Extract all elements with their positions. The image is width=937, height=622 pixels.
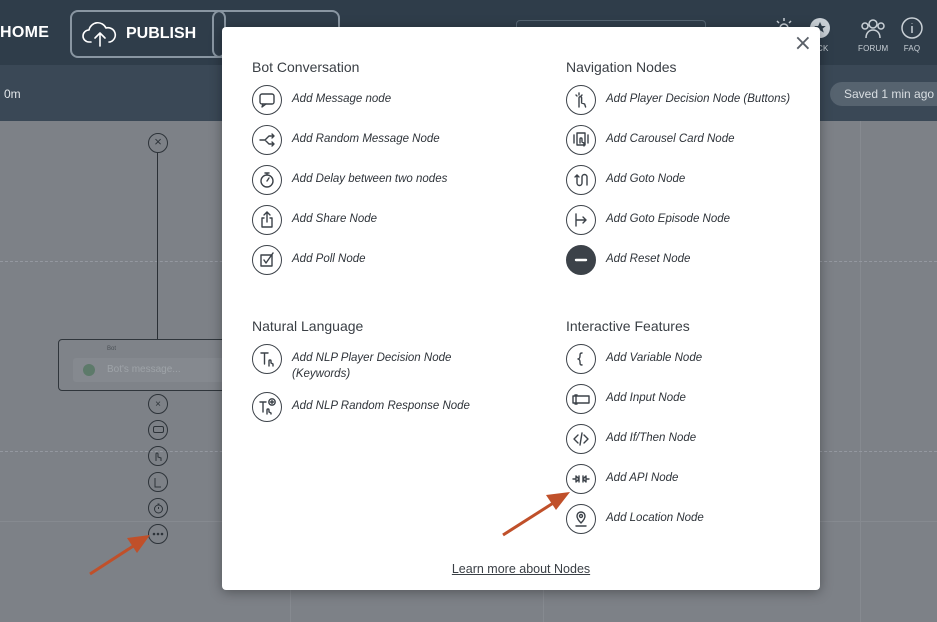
item-label: Add Poll Node: [292, 253, 366, 265]
add-goto-node[interactable]: Add Goto Node: [566, 165, 806, 211]
add-poll-node[interactable]: Add Poll Node: [252, 245, 452, 291]
publish-button[interactable]: PUBLISH: [70, 10, 226, 58]
item-label: Add Reset Node: [606, 253, 691, 265]
share-icon: [252, 205, 282, 235]
add-nlp-random-response-node[interactable]: Add NLP Random Response Node: [252, 392, 472, 438]
more-options-icon[interactable]: [148, 524, 168, 544]
add-share-node[interactable]: Add Share Node: [252, 205, 452, 251]
add-location-node[interactable]: Add Location Node: [566, 504, 766, 550]
publish-label: PUBLISH: [126, 25, 197, 42]
bot-message-input[interactable]: Bot's message...: [73, 358, 233, 382]
delete-node-icon[interactable]: ×: [148, 133, 168, 153]
add-message-node[interactable]: Add Message node: [252, 85, 452, 131]
section-bot-conversation: Bot Conversation Add Message node Add Ra…: [252, 59, 452, 291]
nlp-random-icon: [252, 392, 282, 422]
add-random-message-node[interactable]: Add Random Message Node: [252, 125, 452, 171]
message-icon: [252, 85, 282, 115]
item-label: Add Carousel Card Node: [606, 133, 735, 145]
forum-icon: [861, 19, 885, 39]
remove-tool-icon[interactable]: ×: [148, 394, 168, 414]
faq-label: FAQ: [903, 44, 921, 53]
add-if-then-node[interactable]: Add If/Then Node: [566, 424, 766, 470]
random-icon: [252, 125, 282, 155]
add-player-decision-node[interactable]: Add Player Decision Node (Buttons): [566, 85, 806, 131]
location-icon: [566, 504, 596, 534]
nlp-decision-icon: [252, 344, 282, 374]
add-api-node[interactable]: Add API Node: [566, 464, 766, 510]
node-connector: [157, 151, 158, 341]
faq-button[interactable]: FAQ: [900, 16, 924, 53]
item-label: Add Share Node: [292, 213, 378, 225]
item-label: Add API Node: [606, 472, 679, 484]
add-input-node[interactable]: Add Input Node: [566, 384, 766, 430]
reset-icon: [566, 245, 596, 275]
add-reset-node[interactable]: Add Reset Node: [566, 245, 806, 291]
saved-status: Saved 1 min ago: [830, 82, 937, 106]
item-label: Add Variable Node: [606, 352, 703, 364]
item-label: Add Player Decision Node (Buttons): [606, 93, 791, 105]
tap-icon: [566, 85, 596, 115]
add-node-modal: × Bot Conversation Add Message node Add …: [222, 27, 820, 590]
item-label: Add Goto Episode Node: [606, 213, 731, 225]
item-label: Add Goto Node: [606, 173, 686, 185]
sub-bar-text: 0m: [4, 87, 21, 101]
section-natural-language: Natural Language Add NLP Player Decision…: [252, 318, 472, 438]
goto-tool-icon[interactable]: [148, 472, 168, 492]
variable-icon: [566, 344, 596, 374]
code-icon: [566, 424, 596, 454]
item-label: Add NLP Player Decision Node (Keywords): [292, 352, 452, 380]
section-title: Bot Conversation: [252, 59, 360, 75]
poll-icon: [252, 245, 282, 275]
goto-icon: [566, 165, 596, 195]
forum-label: FORUM: [858, 44, 889, 53]
item-label: Add Random Message Node: [292, 133, 440, 145]
bot-message-card[interactable]: Bot Bot's message...: [58, 339, 238, 391]
item-label: Add Input Node: [606, 392, 686, 404]
section-title: Navigation Nodes: [566, 59, 677, 75]
input-icon: [566, 384, 596, 414]
home-link[interactable]: HOME: [0, 24, 49, 42]
carousel-icon: [566, 125, 596, 155]
add-carousel-card-node[interactable]: Add Carousel Card Node: [566, 125, 806, 171]
section-title: Interactive Features: [566, 318, 690, 334]
add-delay-node[interactable]: Add Delay between two nodes: [252, 165, 452, 211]
close-icon[interactable]: ×: [794, 31, 812, 56]
goto-episode-icon: [566, 205, 596, 235]
section-interactive-features: Interactive Features Add Variable Node A…: [566, 318, 766, 550]
delay-tool-icon[interactable]: [148, 498, 168, 518]
forum-button[interactable]: FORUM: [858, 16, 888, 53]
item-label: Add Delay between two nodes: [292, 173, 448, 185]
section-navigation-nodes: Navigation Nodes Add Player Decision Nod…: [566, 59, 806, 291]
grid-line: [860, 121, 861, 622]
bot-label: Bot: [107, 346, 117, 352]
add-nlp-player-decision-node[interactable]: Add NLP Player Decision Node (Keywords): [252, 344, 472, 398]
item-label: Add NLP Random Response Node: [292, 400, 470, 412]
add-variable-node[interactable]: Add Variable Node: [566, 344, 766, 390]
add-goto-episode-node[interactable]: Add Goto Episode Node: [566, 205, 806, 251]
learn-more-link[interactable]: Learn more about Nodes: [222, 562, 820, 576]
api-icon: [566, 464, 596, 494]
section-title: Natural Language: [252, 318, 364, 334]
faq-icon: [901, 17, 923, 39]
bot-avatar-icon: [83, 364, 95, 376]
item-label: Add If/Then Node: [606, 432, 697, 444]
tap-tool-icon[interactable]: [148, 446, 168, 466]
cloud-upload-icon: [82, 22, 117, 47]
item-label: Add Message node: [292, 93, 392, 105]
message-tool-icon[interactable]: [148, 420, 168, 440]
stopwatch-icon: [252, 165, 282, 195]
item-label: Add Location Node: [606, 512, 704, 524]
